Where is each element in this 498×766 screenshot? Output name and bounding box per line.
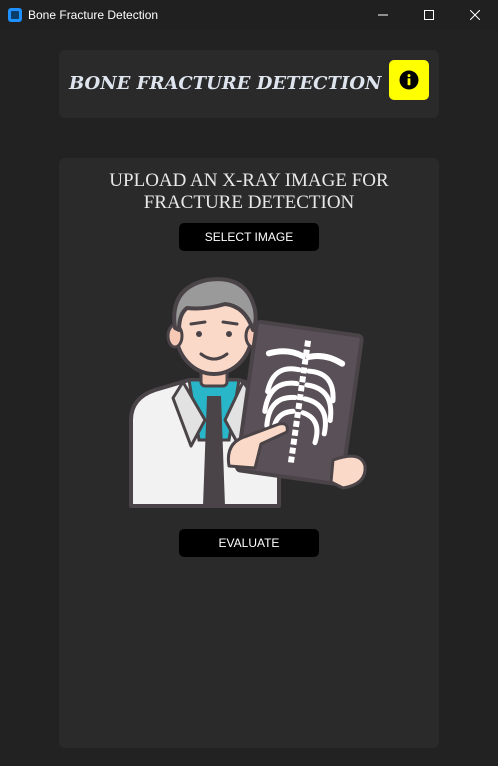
upload-heading-line1: UPLOAD AN X-RAY IMAGE FOR (109, 170, 389, 191)
app-icon (8, 8, 22, 22)
maximize-icon (424, 10, 434, 20)
window-title: Bone Fracture Detection (28, 8, 159, 22)
close-icon (470, 10, 480, 20)
upload-panel: UPLOAD AN X-RAY IMAGE FOR FRACTURE DETEC… (59, 158, 439, 748)
app-heading: BONE FRACTURE DETECTION (69, 73, 382, 94)
evaluate-button[interactable]: EVALUATE (179, 529, 319, 557)
close-button[interactable] (452, 0, 498, 30)
doctor-xray-illustration (129, 277, 367, 508)
minimize-button[interactable] (360, 0, 406, 30)
upload-heading: UPLOAD AN X-RAY IMAGE FOR FRACTURE DETEC… (59, 170, 439, 214)
upload-heading-line2: FRACTURE DETECTION (143, 192, 355, 213)
app-window: Bone Fracture Detection BONE FRACTURE DE… (0, 0, 498, 766)
maximize-button[interactable] (406, 0, 452, 30)
title-bar[interactable]: Bone Fracture Detection (0, 0, 498, 30)
header-card: BONE FRACTURE DETECTION (59, 50, 439, 118)
info-button[interactable] (389, 60, 429, 100)
info-icon (399, 70, 419, 90)
select-image-button[interactable]: SELECT IMAGE (179, 223, 319, 251)
minimize-icon (378, 14, 388, 16)
